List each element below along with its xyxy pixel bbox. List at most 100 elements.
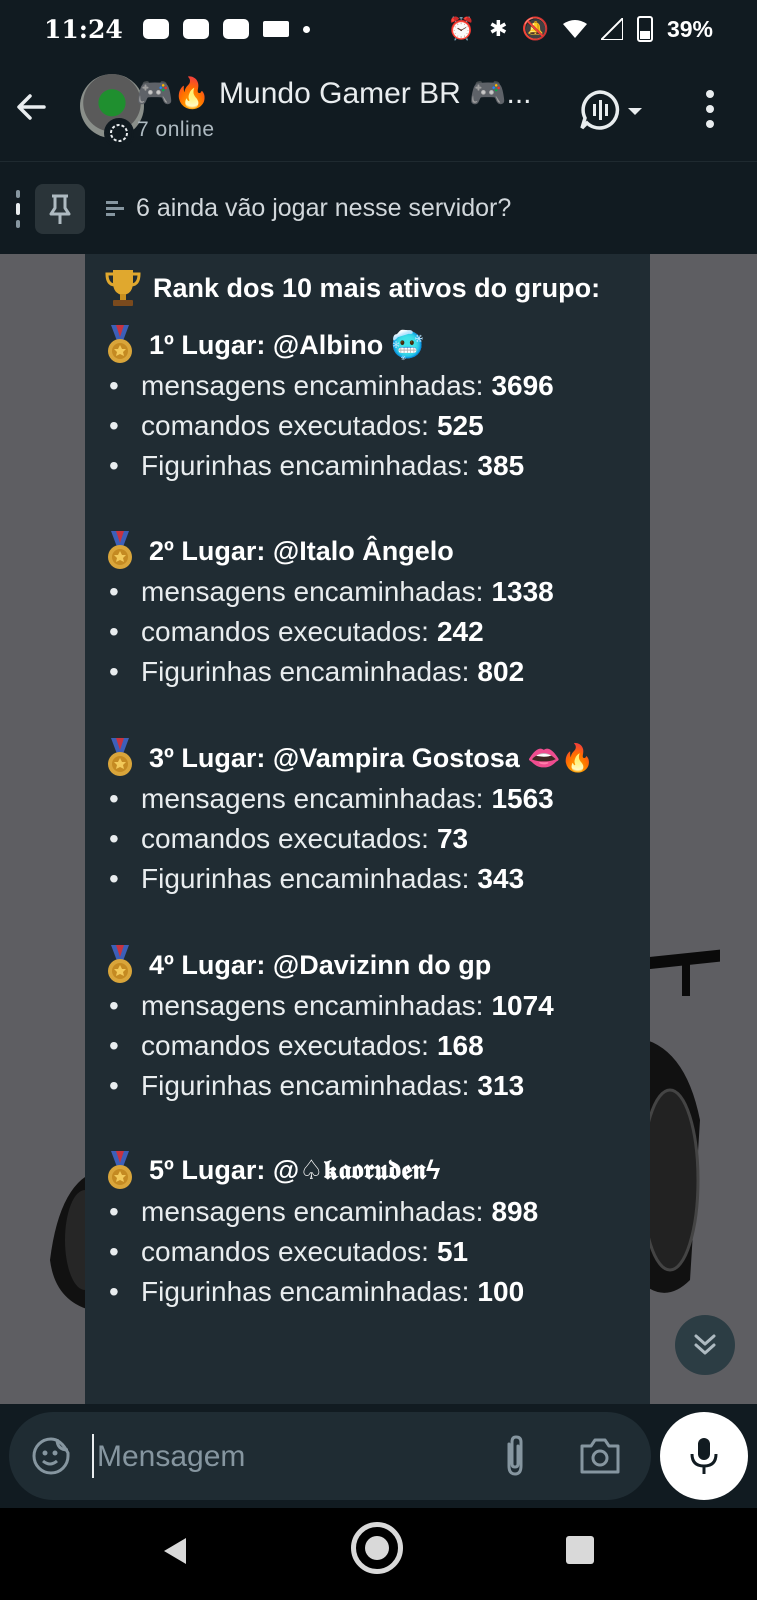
pin-icon	[35, 184, 85, 234]
bullet-icon: •	[109, 783, 119, 814]
cast-icon	[262, 21, 289, 37]
stat-value: 1338	[491, 576, 554, 607]
medal-icon	[108, 531, 132, 569]
stat-line: • mensagens encaminhadas: 1338	[105, 572, 645, 612]
bullet-icon: •	[109, 990, 119, 1021]
stat-line: • Figurinhas encaminhadas: 313	[105, 1066, 645, 1106]
bullet-icon: •	[109, 370, 119, 401]
trophy-icon	[105, 270, 141, 306]
status-bar: 11:24 ⏰ ✱ 🔕 39%	[0, 0, 757, 58]
mic-button[interactable]	[660, 1412, 748, 1500]
voice-chat-icon[interactable]	[578, 88, 648, 132]
mic-icon	[690, 1438, 718, 1474]
status-ring-icon	[104, 118, 134, 148]
discord-icon	[182, 19, 209, 39]
youtube-icon	[222, 19, 249, 39]
stat-line: • Figurinhas encaminhadas: 343	[105, 859, 645, 899]
rank-place: 3º Lugar: @Vampira Gostosa 👄🔥	[149, 743, 595, 773]
bullet-icon: •	[109, 1236, 119, 1267]
stat-line: • comandos executados: 242	[105, 612, 645, 652]
stat-label: mensagens encaminhadas:	[141, 1196, 484, 1227]
system-navigation-bar	[0, 1508, 757, 1600]
rank-place: 1º Lugar: @Albino 🥶	[149, 330, 425, 360]
message-composer	[9, 1412, 651, 1500]
bullet-icon: •	[109, 410, 119, 441]
signal-icon	[600, 18, 623, 40]
emoji-sticker-icon[interactable]	[31, 1436, 71, 1476]
bullet-icon: •	[109, 1196, 119, 1227]
stat-value: 242	[436, 616, 484, 647]
stat-line: • comandos executados: 73	[105, 819, 645, 859]
stat-line: • mensagens encaminhadas: 1563	[105, 779, 645, 819]
stat-line: • Figurinhas encaminhadas: 100	[105, 1272, 645, 1312]
rank-place: 4º Lugar: @Davizinn do gp	[149, 949, 492, 980]
stat-label: comandos executados:	[141, 823, 429, 854]
message-input[interactable]	[97, 1437, 477, 1477]
stat-value: 73	[436, 823, 469, 854]
stat-label: Figurinhas encaminhadas:	[141, 656, 470, 687]
nav-recents-icon[interactable]	[566, 1536, 594, 1564]
bullet-icon: •	[109, 616, 119, 647]
medal-icon	[108, 945, 132, 983]
bullet-icon: •	[109, 1030, 119, 1061]
notification-dot-icon	[302, 25, 310, 33]
group-name[interactable]: 🎮🔥 Mundo Gamer BR 🎮...	[136, 76, 532, 111]
stat-line: • mensagens encaminhadas: 898	[105, 1192, 645, 1232]
stat-value: 385	[477, 450, 525, 481]
stat-value: 1563	[491, 783, 554, 814]
stat-value: 51	[436, 1236, 469, 1267]
stat-line: • mensagens encaminhadas: 1074	[105, 986, 645, 1026]
stat-value: 168	[436, 1030, 484, 1061]
bluetooth-icon: ✱	[489, 16, 508, 41]
rank-entry: 5º Lugar: @♤𝖐𝖆𝖔𝖗𝖚𝖉𝖊𝖓ϟ • mensagens encaminh…	[105, 1150, 645, 1312]
text-cursor	[92, 1434, 94, 1478]
pinned-message-bar[interactable]: 6 ainda vão jogar nesse servidor?	[0, 162, 757, 254]
wifi-icon	[562, 20, 587, 38]
stat-line: • Figurinhas encaminhadas: 802	[105, 652, 645, 692]
chevrons-down-icon	[694, 1334, 716, 1355]
stat-line: • comandos executados: 525	[105, 406, 645, 446]
stat-value: 1074	[491, 990, 554, 1021]
stat-value: 313	[477, 1070, 525, 1101]
battery-icon	[636, 16, 653, 42]
medal-icon	[108, 325, 132, 363]
nav-home-icon[interactable]	[351, 1522, 403, 1574]
rank-entry: 3º Lugar: @Vampira Gostosa 👄🔥 • mensagens …	[105, 737, 645, 899]
rank-place: 5º Lugar: @♤𝖐𝖆𝖔𝖗𝖚𝖉𝖊𝖓ϟ	[149, 1155, 441, 1185]
battery-level: 39%	[666, 15, 713, 42]
stat-line: • comandos executados: 51	[105, 1232, 645, 1272]
stat-label: comandos executados:	[141, 616, 429, 647]
stat-value: 802	[477, 656, 525, 687]
status-time: 11:24	[44, 14, 123, 44]
poll-icon	[106, 201, 124, 217]
chat-header: 🎮🔥 Mundo Gamer BR 🎮... 7 online	[0, 58, 757, 162]
nav-back-icon[interactable]	[160, 1536, 190, 1566]
message-bubble[interactable]: Rank dos 10 mais ativos do grupo: 1º Lug…	[85, 254, 650, 1404]
more-vert-icon[interactable]	[702, 86, 718, 132]
stat-value: 343	[477, 863, 525, 894]
stat-value: 3696	[491, 370, 554, 401]
stat-label: mensagens encaminhadas:	[141, 370, 484, 401]
discord-icon	[142, 19, 169, 39]
scroll-to-bottom-button[interactable]	[675, 1315, 735, 1375]
message-title: Rank dos 10 mais ativos do grupo:	[153, 272, 601, 303]
stat-label: mensagens encaminhadas:	[141, 990, 484, 1021]
stat-label: comandos executados:	[141, 1236, 429, 1267]
stat-label: Figurinhas encaminhadas:	[141, 1276, 470, 1307]
medal-icon	[108, 1151, 132, 1189]
stat-label: comandos executados:	[141, 1030, 429, 1061]
stat-line: • mensagens encaminhadas: 3696	[105, 366, 645, 406]
mute-icon: 🔕	[521, 16, 549, 41]
stat-label: comandos executados:	[141, 410, 429, 441]
bullet-icon: •	[109, 1070, 119, 1101]
stat-line: • comandos executados: 168	[105, 1026, 645, 1066]
attach-icon[interactable]	[497, 1434, 533, 1478]
bullet-icon: •	[109, 576, 119, 607]
stat-label: Figurinhas encaminhadas:	[141, 450, 470, 481]
stat-label: Figurinhas encaminhadas:	[141, 1070, 470, 1101]
pinned-text: 6 ainda vão jogar nesse servidor?	[136, 194, 512, 222]
rank-place: 2º Lugar: @Italo Ângelo	[149, 535, 454, 566]
back-arrow-icon[interactable]	[14, 90, 48, 124]
rank-entry: 1º Lugar: @Albino 🥶 • mensagens encaminhad…	[105, 324, 645, 486]
camera-icon[interactable]	[579, 1436, 621, 1476]
